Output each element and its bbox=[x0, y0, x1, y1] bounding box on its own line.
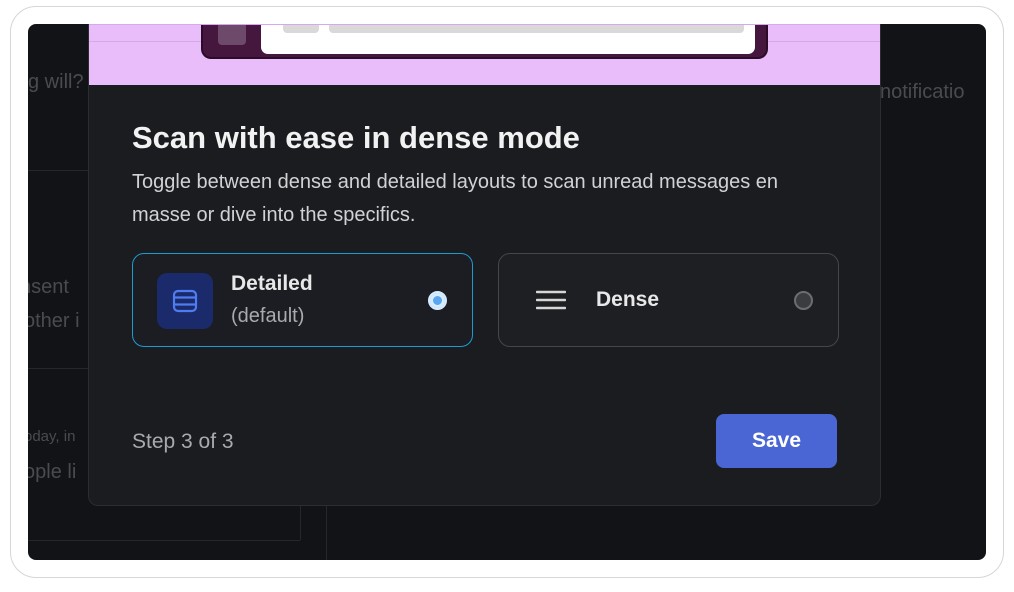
radio-unselected[interactable] bbox=[794, 291, 813, 310]
step-indicator: Step 3 of 3 bbox=[132, 430, 234, 453]
divider bbox=[28, 170, 88, 171]
layout-option-detailed[interactable]: Detailed (default) bbox=[132, 253, 473, 347]
bg-snippet: oday, in bbox=[28, 428, 76, 445]
bg-snippet: nsent bbox=[28, 276, 69, 298]
radio-selected[interactable] bbox=[428, 291, 447, 310]
device-sidebar bbox=[218, 25, 246, 45]
dense-mode-dialog: Scan with ease in dense mode Toggle betw… bbox=[88, 24, 881, 506]
dialog-description: Toggle between dense and detailed layout… bbox=[132, 171, 779, 226]
hero-illustration bbox=[89, 24, 880, 85]
divider bbox=[28, 368, 88, 369]
bg-snippet: ople li bbox=[28, 461, 77, 483]
save-button[interactable]: Save bbox=[716, 414, 837, 468]
menu-lines-icon bbox=[536, 290, 566, 310]
bg-snippet: other i bbox=[28, 310, 80, 332]
option-sublabel: (default) bbox=[231, 305, 305, 327]
dialog-title: Scan with ease in dense mode bbox=[132, 120, 580, 155]
device-illustration bbox=[201, 25, 768, 59]
device-window bbox=[261, 25, 755, 54]
bg-snippet: notificatio bbox=[880, 81, 965, 103]
device-placeholder bbox=[329, 25, 744, 33]
bg-snippet: g will? bbox=[28, 71, 84, 93]
list-layout-icon bbox=[157, 273, 213, 329]
app-screen: g will? nsent other i oday, in ople li n… bbox=[28, 24, 986, 560]
divider bbox=[326, 506, 327, 560]
layout-option-dense[interactable]: Dense bbox=[498, 253, 839, 347]
option-label: Detailed bbox=[231, 272, 313, 295]
device-placeholder bbox=[283, 25, 319, 33]
divider bbox=[28, 540, 300, 541]
divider bbox=[300, 506, 301, 540]
option-label: Dense bbox=[596, 288, 660, 311]
